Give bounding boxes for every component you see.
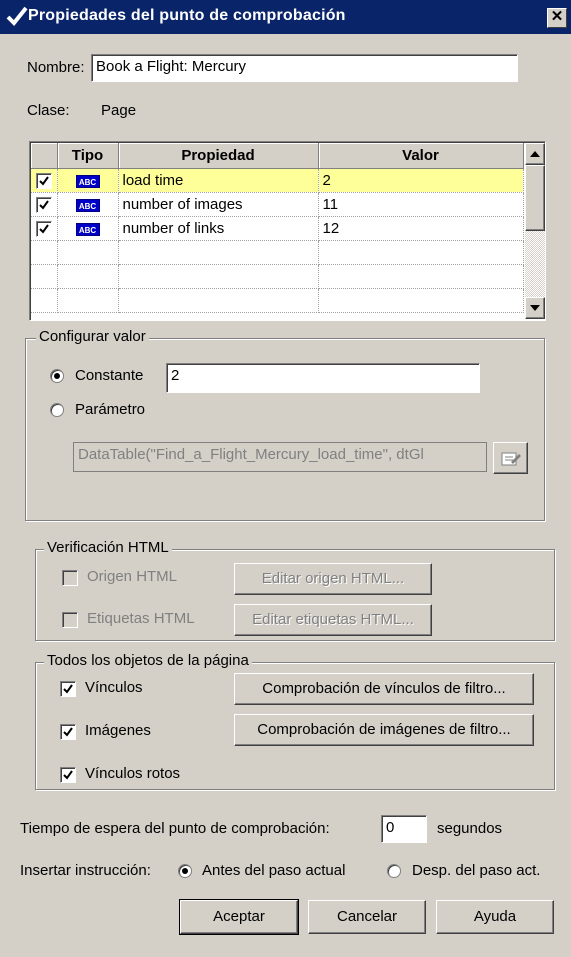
row-value[interactable]: 11: [318, 192, 524, 217]
scroll-down-button[interactable]: [525, 297, 545, 319]
row-value[interactable]: 2: [318, 168, 524, 193]
ayuda-button[interactable]: Ayuda: [436, 900, 554, 934]
property-table: Tipo Propiedad Valor ABC load time 2 ABC…: [31, 143, 524, 313]
editar-origen-html-button[interactable]: Editar origen HTML...: [234, 563, 432, 595]
editar-etiquetas-html-button[interactable]: Editar etiquetas HTML...: [234, 604, 432, 636]
header-tipo[interactable]: Tipo: [57, 143, 119, 169]
imagenes-label: Imágenes: [85, 722, 151, 739]
arrow-down-icon: [530, 305, 540, 311]
cancelar-button[interactable]: Cancelar: [308, 900, 426, 934]
todos-objetos-legend: Todos los objetos de la página: [44, 652, 252, 669]
arrow-up-icon: [530, 151, 540, 157]
scroll-thumb[interactable]: [525, 165, 545, 231]
nombre-input[interactable]: Book a Flight: Mercury: [91, 54, 518, 82]
edit-parameter-button[interactable]: [493, 442, 528, 474]
despues-radio[interactable]: [387, 864, 401, 878]
filtro-imagenes-button[interactable]: Comprobación de imágenes de filtro...: [234, 714, 534, 746]
imagenes-checkbox[interactable]: [60, 724, 76, 740]
table-row-empty: [31, 240, 524, 265]
vinculos-rotos-checkbox[interactable]: [60, 767, 76, 783]
aceptar-button[interactable]: Aceptar: [179, 899, 299, 935]
table-row-empty: [31, 288, 524, 313]
table-header: Tipo Propiedad Valor: [31, 143, 524, 169]
table-row[interactable]: ABC number of images 11: [31, 192, 524, 217]
filtro-vinculos-button[interactable]: Comprobación de vínculos de filtro...: [234, 673, 534, 705]
tiempo-unit: segundos: [437, 820, 503, 837]
edit-parameter-icon: [501, 452, 521, 466]
antes-radio[interactable]: [178, 864, 192, 878]
constante-radio[interactable]: [50, 369, 64, 383]
origen-html-checkbox[interactable]: [62, 570, 78, 586]
configurar-valor-legend: Configurar valor: [36, 328, 149, 345]
header-propiedad[interactable]: Propiedad: [118, 143, 319, 169]
close-button[interactable]: ✕: [547, 8, 567, 28]
table-row-empty: [31, 264, 524, 289]
row-property: number of images: [118, 192, 319, 217]
parametro-input: DataTable("Find_a_Flight_Mercury_load_ti…: [73, 442, 487, 472]
constante-input[interactable]: 2: [166, 363, 480, 393]
row-checkbox[interactable]: [36, 221, 52, 237]
row-property: load time: [118, 168, 319, 193]
row-checkbox[interactable]: [36, 173, 52, 189]
table-row[interactable]: ABC number of links 12: [31, 216, 524, 241]
verificacion-html-legend: Verificación HTML: [44, 539, 172, 556]
etiquetas-html-checkbox[interactable]: [62, 612, 78, 628]
row-property: number of links: [118, 216, 319, 241]
abc-icon: ABC: [75, 198, 100, 212]
despues-label: Desp. del paso act.: [412, 862, 541, 879]
window-title: Propiedades del punto de comprobación: [28, 7, 346, 24]
parametro-label: Parámetro: [75, 401, 146, 418]
abc-icon: ABC: [75, 174, 100, 188]
constante-label: Constante: [75, 367, 144, 384]
scroll-up-button[interactable]: [525, 143, 545, 165]
insertar-label: Insertar instrucción:: [20, 862, 151, 879]
vinculos-checkbox[interactable]: [60, 681, 76, 697]
checkmark-icon: [6, 6, 28, 26]
row-checkbox[interactable]: [36, 197, 52, 213]
parametro-radio[interactable]: [50, 403, 64, 417]
antes-label: Antes del paso actual: [202, 862, 346, 879]
etiquetas-html-label: Etiquetas HTML: [87, 610, 195, 627]
table-row[interactable]: ABC load time 2: [31, 168, 524, 193]
clase-label: Clase:: [27, 102, 70, 119]
tiempo-input[interactable]: 0: [381, 815, 427, 843]
header-valor[interactable]: Valor: [318, 143, 524, 169]
nombre-label: Nombre:: [27, 59, 85, 76]
header-check: [31, 143, 58, 169]
vinculos-label: Vínculos: [85, 679, 143, 696]
title-bar: Propiedades del punto de comprobación ✕: [0, 0, 571, 34]
row-value[interactable]: 12: [318, 216, 524, 241]
vinculos-rotos-label: Vínculos rotos: [85, 765, 181, 782]
tiempo-label: Tiempo de espera del punto de comprobaci…: [20, 820, 330, 837]
abc-icon: ABC: [75, 222, 100, 236]
clase-value: Page: [101, 102, 137, 119]
origen-html-label: Origen HTML: [87, 568, 178, 585]
